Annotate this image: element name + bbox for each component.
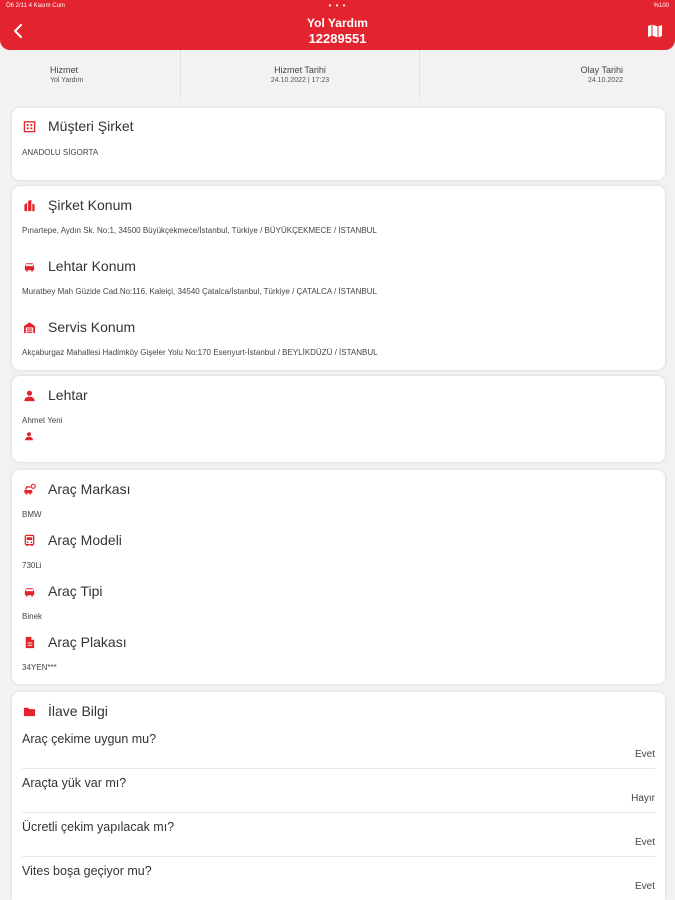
customer-card: Müşteri Şirket ANADOLU SİGORTA bbox=[12, 108, 665, 180]
company-location-header: Şirket Konum bbox=[22, 197, 132, 213]
customer-header: Müşteri Şirket bbox=[22, 118, 134, 134]
question-label: Ücretli çekim yapılacak mı? bbox=[22, 820, 175, 834]
vehicle-type-title: Araç Tipi bbox=[48, 583, 103, 599]
header-bar: Yol Yardım 12289551 bbox=[0, 12, 675, 50]
divider bbox=[22, 856, 655, 857]
question-label: Araçta yük var mı? bbox=[22, 776, 127, 790]
extra-info-card: İlave Bilgi Araç çekime uygun mu? Evet A… bbox=[12, 692, 665, 900]
service-summary: Hizmet Yol Yardım Hizmet Tarihi 24.10.20… bbox=[0, 50, 675, 98]
answer-value: Hayır bbox=[631, 793, 655, 804]
vehicle-plate-title: Araç Plakası bbox=[48, 634, 127, 650]
vehicle-model-title: Araç Modeli bbox=[48, 532, 122, 548]
summary-service: Hizmet Yol Yardım bbox=[0, 50, 180, 98]
map-icon[interactable] bbox=[647, 23, 663, 39]
service-number: 12289551 bbox=[308, 31, 367, 46]
answer-value: Evet bbox=[634, 837, 655, 848]
question-label: Araç çekime uygun mu? bbox=[22, 732, 157, 746]
vehicle-brand-header: Araç Markası bbox=[22, 481, 130, 497]
folder-icon bbox=[22, 704, 36, 718]
extra-info-header: İlave Bilgi bbox=[22, 703, 108, 719]
page-title: Yol Yardım bbox=[307, 16, 368, 30]
vehicle-type-header: Araç Tipi bbox=[22, 583, 102, 599]
customer-title: Müşteri Şirket bbox=[48, 118, 134, 134]
car-icon bbox=[22, 259, 36, 273]
summary-value: Yol Yardım bbox=[50, 77, 84, 84]
vehicle-brand-value: BMW bbox=[22, 510, 42, 519]
status-dots: • • • bbox=[328, 1, 347, 10]
car-icon bbox=[22, 584, 36, 598]
vehicle-type-value: Binek bbox=[22, 612, 43, 621]
vehicle-model-value: 730Li bbox=[22, 561, 42, 570]
summary-label: Hizmet Tarihi bbox=[274, 65, 326, 75]
status-bar: Ö6 2/11 4 Kasım Cum • • • %100 bbox=[0, 0, 675, 12]
service-location-header: Servis Konum bbox=[22, 319, 135, 335]
question-label: Vites boşa geçiyor mu? bbox=[22, 864, 152, 878]
summary-value: 24.10.2022 | 17:23 bbox=[270, 77, 330, 84]
person-icon bbox=[25, 432, 33, 441]
summary-label: Hizmet bbox=[50, 65, 79, 75]
person-icon bbox=[22, 388, 36, 402]
vehicle-card: Araç Markası BMW Araç Modeli 730Li Araç … bbox=[12, 470, 665, 684]
beneficiary-location-title: Lehtar Konum bbox=[48, 258, 136, 274]
summary-service-date: Hizmet Tarihi 24.10.2022 | 17:23 bbox=[180, 50, 420, 98]
divider bbox=[22, 768, 655, 769]
vehicle-model-header: Araç Modeli bbox=[22, 532, 122, 548]
answer-value: Evet bbox=[634, 749, 655, 760]
document-icon bbox=[22, 635, 36, 649]
service-location-value: Akçaburgaz Mahallesi Hadimköy Gişeler Yo… bbox=[22, 348, 378, 357]
customer-value: ANADOLU SİGORTA bbox=[22, 148, 99, 157]
summary-incident-date: Olay Tarihi 24.10.2022 bbox=[420, 50, 675, 98]
extra-info-title: İlave Bilgi bbox=[48, 703, 108, 719]
beneficiary-location-header: Lehtar Konum bbox=[22, 258, 136, 274]
summary-label: Olay Tarihi bbox=[580, 65, 623, 75]
service-location-title: Servis Konum bbox=[48, 319, 136, 335]
vehicle-brand-title: Araç Markası bbox=[48, 481, 131, 497]
answer-value: Evet bbox=[634, 881, 655, 892]
beneficiary-name: Ahmet Yeni bbox=[22, 416, 63, 425]
company-location-title: Şirket Konum bbox=[48, 197, 133, 213]
company-location-value: Pınartepe, Aydın Sk. No:1, 34500 Büyükçe… bbox=[22, 226, 377, 235]
vehicle-plate-value: 34YEN*** bbox=[22, 663, 57, 672]
beneficiary-title: Lehtar bbox=[48, 387, 88, 403]
building-icon bbox=[22, 119, 36, 133]
divider bbox=[22, 812, 655, 813]
garage-icon bbox=[22, 320, 36, 334]
bus-icon bbox=[22, 533, 36, 547]
summary-value: 24.10.2022 bbox=[587, 77, 623, 84]
car-brand-icon bbox=[22, 482, 36, 496]
locations-card: Şirket Konum Pınartepe, Aydın Sk. No:1, … bbox=[12, 186, 665, 370]
beneficiary-location-value: Muratbey Mah Güzide Cad.No:116, Kaleiçi,… bbox=[22, 287, 377, 296]
vehicle-plate-header: Araç Plakası bbox=[22, 634, 127, 650]
company-icon bbox=[22, 198, 36, 212]
beneficiary-header: Lehtar bbox=[22, 387, 88, 403]
beneficiary-card: Lehtar Ahmet Yeni bbox=[12, 376, 665, 462]
